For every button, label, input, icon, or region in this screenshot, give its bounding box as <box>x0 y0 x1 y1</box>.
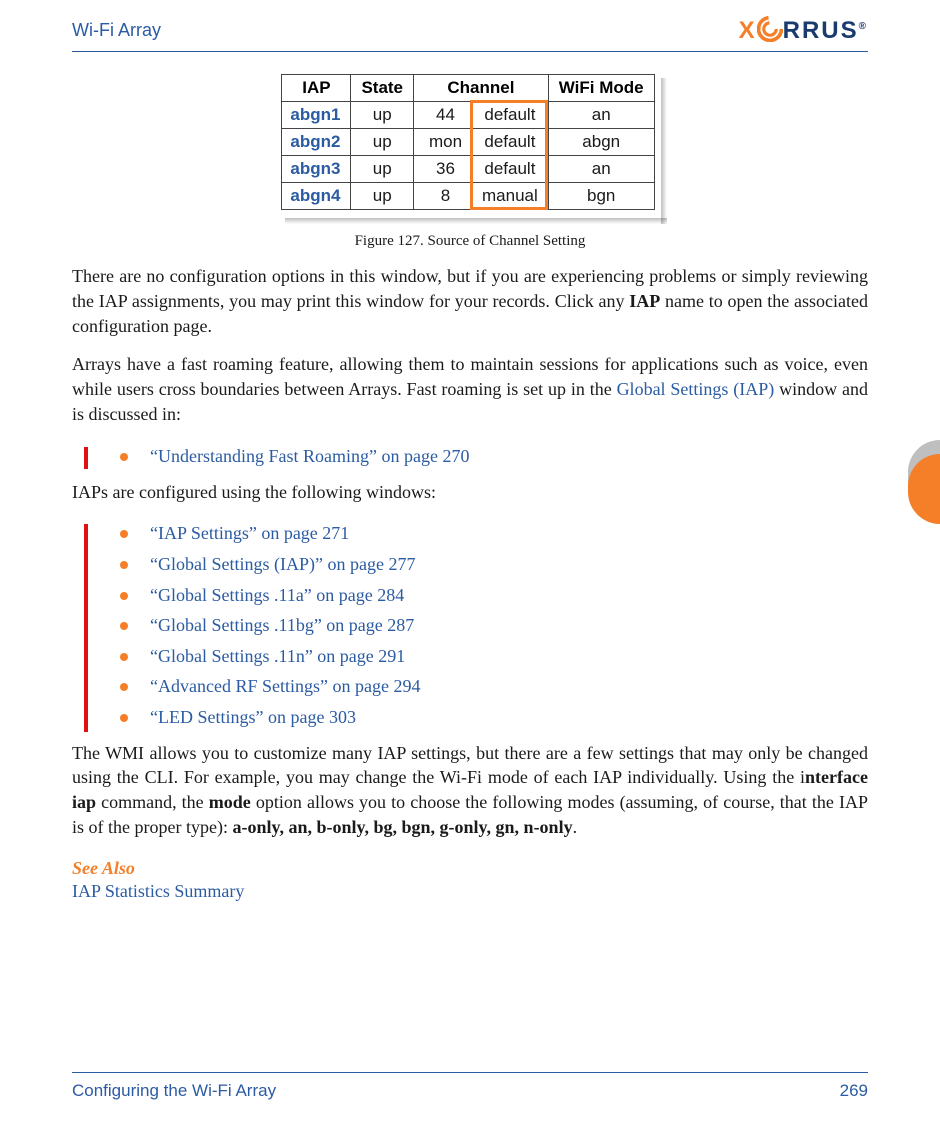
table-row: abgn4 up 8 manual bgn <box>282 183 654 210</box>
cell-ch-num: 8 <box>414 183 472 210</box>
bullet-list-1: “Understanding Fast Roaming” on page 270 <box>72 441 868 472</box>
xref-link[interactable]: “IAP Settings” on page 271 <box>150 523 349 543</box>
footer-page-number: 269 <box>840 1081 868 1101</box>
col-iap: IAP <box>282 75 351 102</box>
figure-caption: Figure 127. Source of Channel Setting <box>72 233 868 250</box>
cell-ch-src: manual <box>472 183 549 210</box>
bullet-list-2: “IAP Settings” on page 271 “Global Setti… <box>72 518 868 732</box>
list-item: “Advanced RF Settings” on page 294 <box>72 671 868 702</box>
link-global-settings-iap[interactable]: Global Settings (IAP) <box>617 379 775 399</box>
xirrus-logo: X RRUS® <box>739 16 868 45</box>
paragraph-4: The WMI allows you to customize many IAP… <box>72 741 868 840</box>
see-also-link[interactable]: IAP Statistics Summary <box>72 881 868 902</box>
list-item: “Global Settings .11bg” on page 287 <box>72 610 868 641</box>
footer-section: Configuring the Wi-Fi Array <box>72 1081 276 1101</box>
list-item: “Global Settings .11n” on page 291 <box>72 641 868 672</box>
list-item: “Global Settings .11a” on page 284 <box>72 580 868 611</box>
cell-mode: abgn <box>548 129 654 156</box>
cell-mode: an <box>548 102 654 129</box>
col-channel: Channel <box>414 75 549 102</box>
col-state: State <box>351 75 414 102</box>
cell-mode: an <box>548 156 654 183</box>
cell-ch-num: mon <box>414 129 472 156</box>
xref-link[interactable]: “Global Settings .11a” on page 284 <box>150 585 404 605</box>
iap-link[interactable]: abgn2 <box>282 129 351 156</box>
page-footer: Configuring the Wi-Fi Array 269 <box>72 1072 868 1101</box>
xref-link[interactable]: “Global Settings (IAP)” on page 277 <box>150 554 415 574</box>
col-mode: WiFi Mode <box>548 75 654 102</box>
header-title: Wi-Fi Array <box>72 20 161 41</box>
iap-link[interactable]: abgn4 <box>282 183 351 210</box>
page-header: Wi-Fi Array X RRUS® <box>72 0 868 52</box>
registered-icon: ® <box>859 21 868 32</box>
cell-ch-num: 44 <box>414 102 472 129</box>
list-item: “Understanding Fast Roaming” on page 270 <box>72 441 868 472</box>
iap-link[interactable]: abgn3 <box>282 156 351 183</box>
paragraph-3: IAPs are configured using the following … <box>72 480 868 505</box>
xref-link[interactable]: “Advanced RF Settings” on page 294 <box>150 676 420 696</box>
cell-state: up <box>351 129 414 156</box>
paragraph-1: There are no configuration options in th… <box>72 264 868 338</box>
xref-link[interactable]: “Global Settings .11bg” on page 287 <box>150 615 414 635</box>
cell-state: up <box>351 102 414 129</box>
xref-link[interactable]: “Global Settings .11n” on page 291 <box>150 646 405 666</box>
cell-state: up <box>351 183 414 210</box>
iap-table: IAP State Channel WiFi Mode abgn1 up 44 … <box>281 74 654 210</box>
table-row: abgn2 up mon default abgn <box>282 129 654 156</box>
see-also-heading: See Also <box>72 858 868 879</box>
logo-swirl-icon <box>757 16 783 42</box>
table-row: abgn3 up 36 default an <box>282 156 654 183</box>
list-item: “Global Settings (IAP)” on page 277 <box>72 549 868 580</box>
cell-ch-num: 36 <box>414 156 472 183</box>
table-row: abgn1 up 44 default an <box>282 102 654 129</box>
list-item: “IAP Settings” on page 271 <box>72 518 868 549</box>
paragraph-2: Arrays have a fast roaming feature, allo… <box>72 352 868 426</box>
logo-text: X RRUS® <box>739 16 868 45</box>
cell-ch-src: default <box>472 129 549 156</box>
xref-link[interactable]: “Understanding Fast Roaming” on page 270 <box>150 446 469 466</box>
cell-mode: bgn <box>548 183 654 210</box>
cell-state: up <box>351 156 414 183</box>
iap-link[interactable]: abgn1 <box>282 102 351 129</box>
list-item: “LED Settings” on page 303 <box>72 702 868 733</box>
cell-ch-src: default <box>472 156 549 183</box>
xref-link[interactable]: “LED Settings” on page 303 <box>150 707 356 727</box>
cell-ch-src: default <box>472 102 549 129</box>
figure-127: IAP State Channel WiFi Mode abgn1 up 44 … <box>72 72 868 250</box>
